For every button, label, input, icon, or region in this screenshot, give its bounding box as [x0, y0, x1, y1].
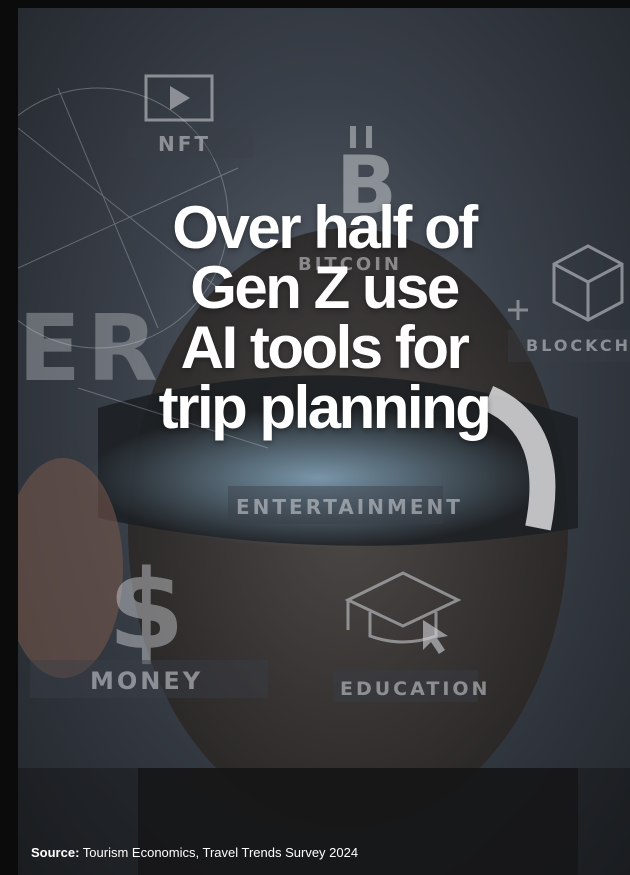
- vr-background-illustration: NFT B BITCOIN BLOCKCHA ER ENTERTAINMENT …: [18, 74, 630, 875]
- education-label: EDUCATION: [340, 678, 490, 700]
- dollar-icon: $: [108, 546, 185, 674]
- headline-line-2: Gen Z use: [190, 254, 460, 321]
- nft-label: NFT: [158, 132, 211, 156]
- source-credit: Source: Tourism Economics, Travel Trends…: [31, 845, 358, 860]
- entertainment-label: ENTERTAINMENT: [236, 495, 463, 519]
- source-label: Source:: [31, 845, 80, 860]
- headline-line-1: Over half of: [172, 194, 478, 261]
- headline-line-3: AI tools for: [180, 314, 470, 381]
- hero-image: NFT B BITCOIN BLOCKCHA ER ENTERTAINMENT …: [18, 8, 630, 875]
- source-text: Tourism Economics, Travel Trends Survey …: [82, 845, 359, 860]
- money-label: MONEY: [90, 667, 203, 695]
- headline: Over half of Gen Z use AI tools for trip…: [18, 198, 630, 438]
- play-icon: [144, 74, 214, 122]
- headline-line-4: trip planning: [158, 374, 492, 441]
